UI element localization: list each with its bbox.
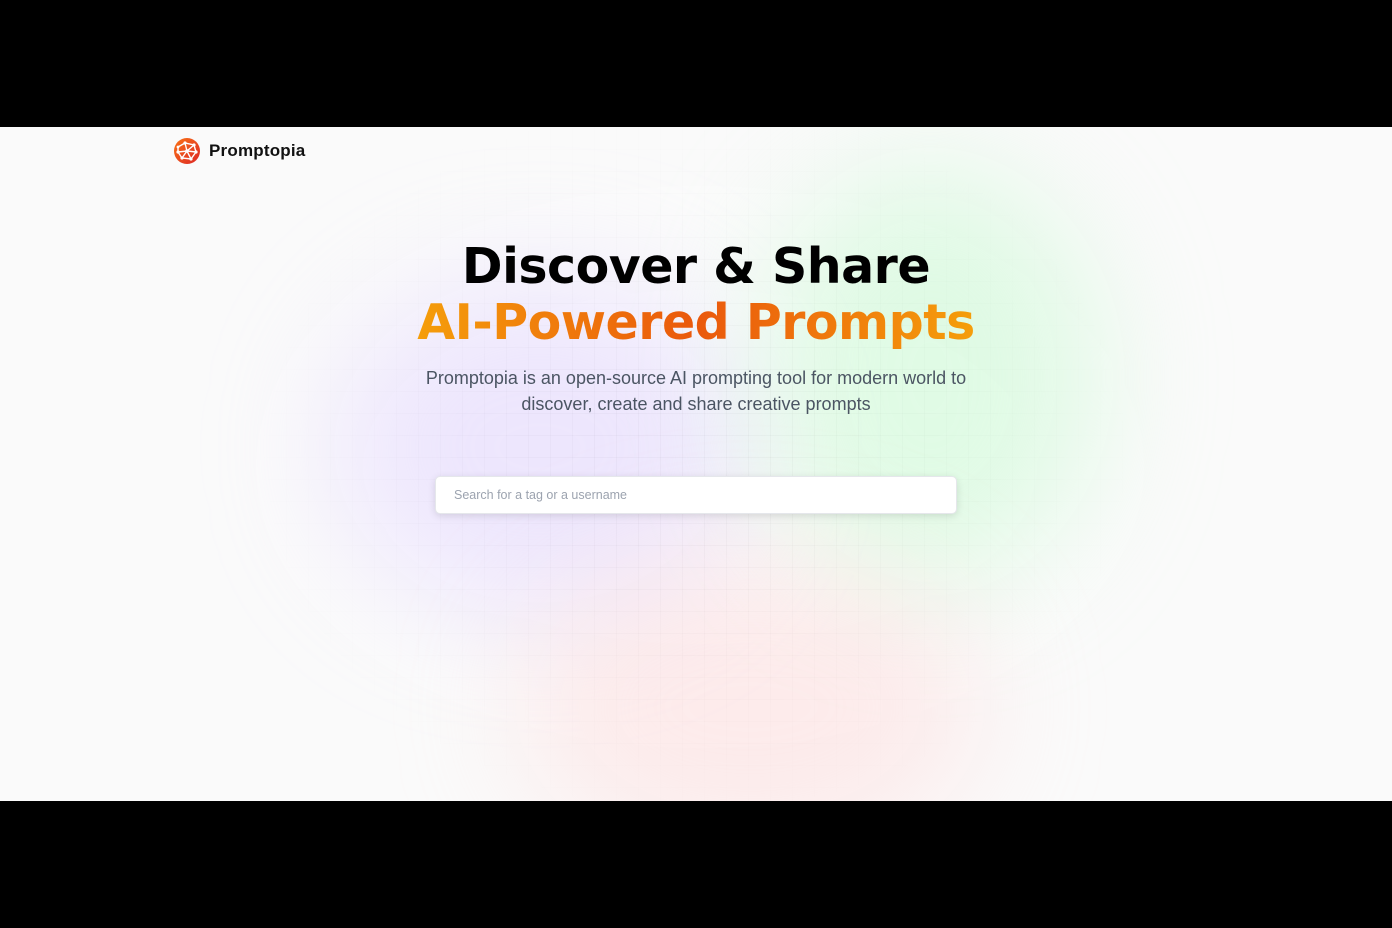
home-logo-link[interactable]: Promptopia bbox=[173, 137, 305, 165]
letterbox-top bbox=[0, 0, 1392, 127]
hero-description: Promptopia is an open-source AI promptin… bbox=[425, 368, 967, 414]
hero-title-line2: AI-Powered Prompts bbox=[417, 294, 975, 351]
search-form bbox=[435, 476, 957, 514]
bg-grid bbox=[0, 127, 1392, 801]
hero-title: Discover & Share AI-Powered Prompts bbox=[0, 239, 1392, 351]
hero-section: Discover & Share AI-Powered Prompts Prom… bbox=[0, 239, 1392, 417]
hero-title-line1: Discover & Share bbox=[461, 238, 931, 295]
navbar: Promptopia bbox=[173, 137, 305, 165]
brand-name: Promptopia bbox=[209, 141, 306, 160]
letterbox-bottom bbox=[0, 801, 1392, 928]
page-viewport: Promptopia Discover & Share AI-Powered P… bbox=[0, 127, 1392, 801]
globe-network-icon bbox=[173, 137, 201, 165]
search-input[interactable] bbox=[436, 477, 956, 513]
